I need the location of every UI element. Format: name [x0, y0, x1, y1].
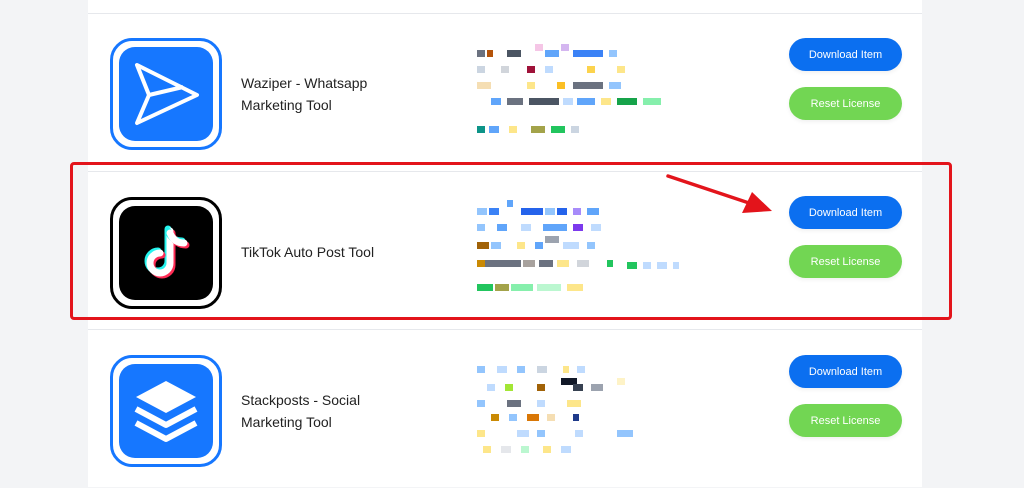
tiktok-icon [144, 225, 190, 279]
product-title: TikTok Auto Post Tool [241, 241, 421, 263]
product-row-waziper: Waziper - Whatsapp Marketing Tool Downlo… [88, 13, 922, 172]
product-title-line2: Marketing Tool [241, 414, 332, 430]
layers-icon [134, 381, 198, 442]
tiktok-logo [110, 197, 222, 309]
product-title: Waziper - Whatsapp Marketing Tool [241, 72, 421, 116]
pixelated-license-info [477, 200, 687, 315]
download-item-button[interactable]: Download Item [789, 196, 902, 229]
download-item-button[interactable]: Download Item [789, 355, 902, 388]
pixelated-license-info [477, 44, 687, 159]
stackposts-logo [110, 355, 222, 467]
waziper-logo [110, 38, 222, 150]
reset-license-button[interactable]: Reset License [789, 245, 902, 278]
product-title-line1: Stackposts - Social [241, 392, 361, 408]
send-icon [135, 63, 199, 125]
product-title-line2: Marketing Tool [241, 97, 332, 113]
product-title-line1: Waziper - Whatsapp [241, 75, 368, 91]
reset-license-button[interactable]: Reset License [789, 87, 902, 120]
annotation-arrow-icon [666, 174, 772, 213]
download-item-button[interactable]: Download Item [789, 38, 902, 71]
reset-license-button[interactable]: Reset License [789, 404, 902, 437]
product-row-tiktok: TikTok Auto Post Tool Download Item Rese… [88, 171, 922, 330]
product-row-stackposts: Stackposts - Social Marketing Tool Downl… [88, 329, 922, 488]
product-title-line1: TikTok Auto Post Tool [241, 244, 375, 260]
pixelated-license-info [477, 364, 687, 479]
product-title: Stackposts - Social Marketing Tool [241, 389, 421, 433]
